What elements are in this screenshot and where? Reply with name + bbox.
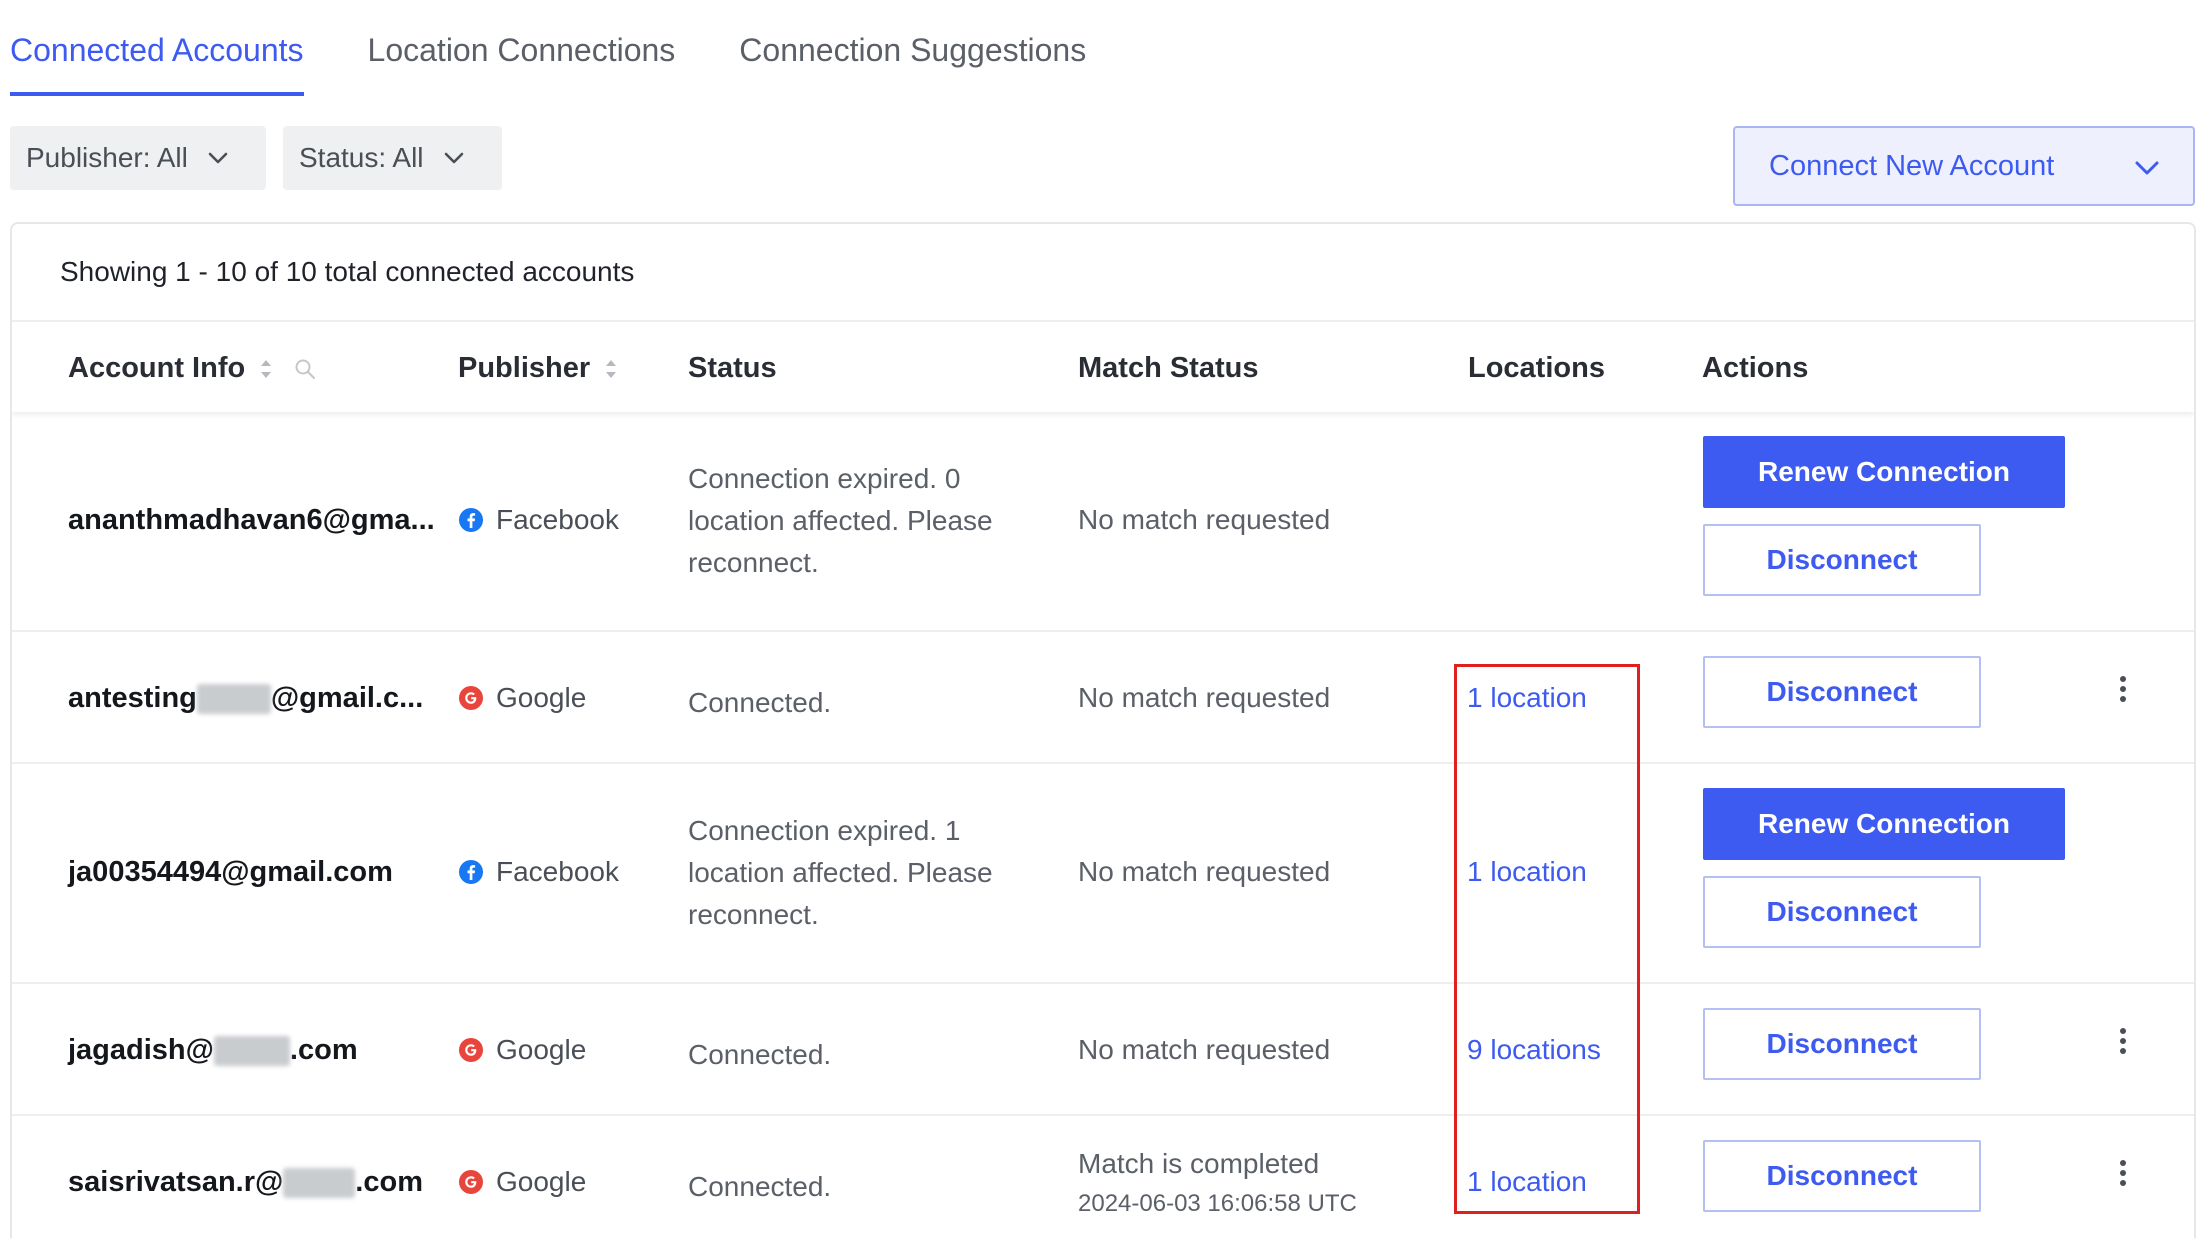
results-summary: Showing 1 - 10 of 10 total connected acc… <box>60 256 635 287</box>
status-filter-label: Status: All <box>299 142 424 173</box>
redacted-text <box>283 1168 356 1199</box>
connection-status: Connected. <box>688 687 832 718</box>
publisher-cell: Google <box>458 1034 586 1066</box>
redacted-text <box>196 684 271 715</box>
tab-connected-accounts[interactable]: Connected Accounts <box>10 0 304 96</box>
disconnect-button[interactable]: Disconnect <box>1703 876 1981 948</box>
table-row: ananthmadhavan6@gma... Facebook Connecti… <box>12 412 2194 632</box>
account-email: antesting @gmail.c... <box>68 682 423 715</box>
match-timestamp: 2024-06-03 16:06:58 UTC <box>1078 1190 1357 1217</box>
account-email-text: saisrivatsan.r@ <box>68 1166 284 1198</box>
account-email-text: antesting <box>68 682 197 714</box>
renew-connection-button[interactable]: Renew Connection <box>1703 788 2065 860</box>
search-icon[interactable] <box>293 357 317 381</box>
disconnect-button[interactable]: Disconnect <box>1703 656 1981 728</box>
sort-icon[interactable] <box>604 358 618 380</box>
account-email: ja00354494@gmail.com <box>68 856 393 889</box>
status-filter-dropdown[interactable]: Status: All <box>283 126 502 190</box>
account-email-text: @gmail.c... <box>270 682 424 714</box>
tab-bar: Connected Accounts Location Connections … <box>10 0 1150 96</box>
google-icon <box>458 1169 484 1195</box>
account-email-text: jagadish@ <box>68 1034 214 1066</box>
connect-new-account-label: Connect New Account <box>1769 149 2055 182</box>
disconnect-button[interactable]: Disconnect <box>1703 1008 1981 1080</box>
account-email-text: .com <box>355 1166 423 1198</box>
column-header-account-info[interactable]: Account Info <box>68 352 317 385</box>
more-options-icon[interactable] <box>2120 1158 2126 1188</box>
connection-status: Connection expired. 1 location affected.… <box>688 815 993 930</box>
connection-status: Connected. <box>688 1171 832 1202</box>
sort-icon[interactable] <box>259 358 273 380</box>
renew-connection-button[interactable]: Renew Connection <box>1703 436 2065 508</box>
locations-link[interactable]: 1 location <box>1467 1166 1587 1198</box>
publisher-name: Google <box>496 1166 587 1197</box>
google-icon <box>458 1037 484 1063</box>
column-header-match-status: Match Status <box>1078 352 1259 384</box>
match-status: Match is completed 2024-06-03 16:06:58 U… <box>1078 1148 1357 1218</box>
account-email-text: ananthmadhavan6@gma... <box>68 504 435 536</box>
match-status: No match requested <box>1078 504 1331 535</box>
disconnect-button[interactable]: Disconnect <box>1703 1140 1981 1212</box>
match-status: No match requested <box>1078 1034 1331 1065</box>
connection-status: Connected. <box>688 1039 832 1070</box>
connected-accounts-table: Showing 1 - 10 of 10 total connected acc… <box>10 222 2196 1238</box>
publisher-cell: Google <box>458 1166 586 1198</box>
google-icon <box>458 685 484 711</box>
tab-location-connections[interactable]: Location Connections <box>368 0 676 96</box>
match-status: No match requested <box>1078 856 1331 887</box>
account-email: saisrivatsan.r@ .com <box>68 1166 423 1199</box>
locations-link[interactable]: 1 location <box>1467 856 1587 888</box>
publisher-name: Google <box>496 1034 587 1065</box>
disconnect-button[interactable]: Disconnect <box>1703 524 1981 596</box>
table-header: Account Info Publisher Status Match Stat… <box>12 320 2194 412</box>
table-row: ja00354494@gmail.com Facebook Connection… <box>12 764 2194 984</box>
redacted-text <box>213 1036 290 1067</box>
column-header-actions: Actions <box>1702 352 1809 384</box>
connection-status: Connection expired. 0 location affected.… <box>688 463 993 578</box>
connect-new-account-button[interactable]: Connect New Account <box>1733 126 2195 206</box>
facebook-icon <box>458 507 484 533</box>
chevron-down-icon <box>444 152 464 164</box>
table-row: antesting @gmail.c... Google Connected. N… <box>12 632 2194 764</box>
chevron-down-icon <box>208 152 228 164</box>
column-header-status: Status <box>688 352 777 384</box>
column-header-label: Publisher <box>458 352 591 384</box>
locations-link[interactable]: 1 location <box>1467 682 1587 714</box>
match-status: No match requested <box>1078 682 1331 713</box>
publisher-cell: Google <box>458 682 586 714</box>
more-options-icon[interactable] <box>2120 1026 2126 1056</box>
column-header-publisher[interactable]: Publisher <box>458 352 618 385</box>
account-email-text: .com <box>289 1034 358 1066</box>
publisher-filter-dropdown[interactable]: Publisher: All <box>10 126 266 190</box>
column-header-locations: Locations <box>1468 352 1605 384</box>
chevron-down-icon <box>2135 150 2159 183</box>
account-email: ananthmadhavan6@gma... <box>68 504 435 537</box>
locations-link[interactable]: 9 locations <box>1467 1034 1601 1066</box>
publisher-filter-label: Publisher: All <box>26 142 188 173</box>
tab-connection-suggestions[interactable]: Connection Suggestions <box>739 0 1086 96</box>
publisher-cell: Facebook <box>458 856 619 888</box>
publisher-name: Facebook <box>496 856 619 887</box>
column-header-label: Account Info <box>68 352 246 384</box>
match-status-text: Match is completed <box>1078 1148 1320 1179</box>
publisher-name: Google <box>496 682 587 713</box>
facebook-icon <box>458 859 484 885</box>
more-options-icon[interactable] <box>2120 674 2126 704</box>
table-row: saisrivatsan.r@ .com Google Connected. Ma… <box>12 1116 2194 1238</box>
publisher-name: Facebook <box>496 504 619 535</box>
table-row: jagadish@ .com Google Connected. No match… <box>12 984 2194 1116</box>
publisher-cell: Facebook <box>458 504 619 536</box>
account-email-text: ja00354494@gmail.com <box>68 856 393 888</box>
account-email: jagadish@ .com <box>68 1034 358 1067</box>
